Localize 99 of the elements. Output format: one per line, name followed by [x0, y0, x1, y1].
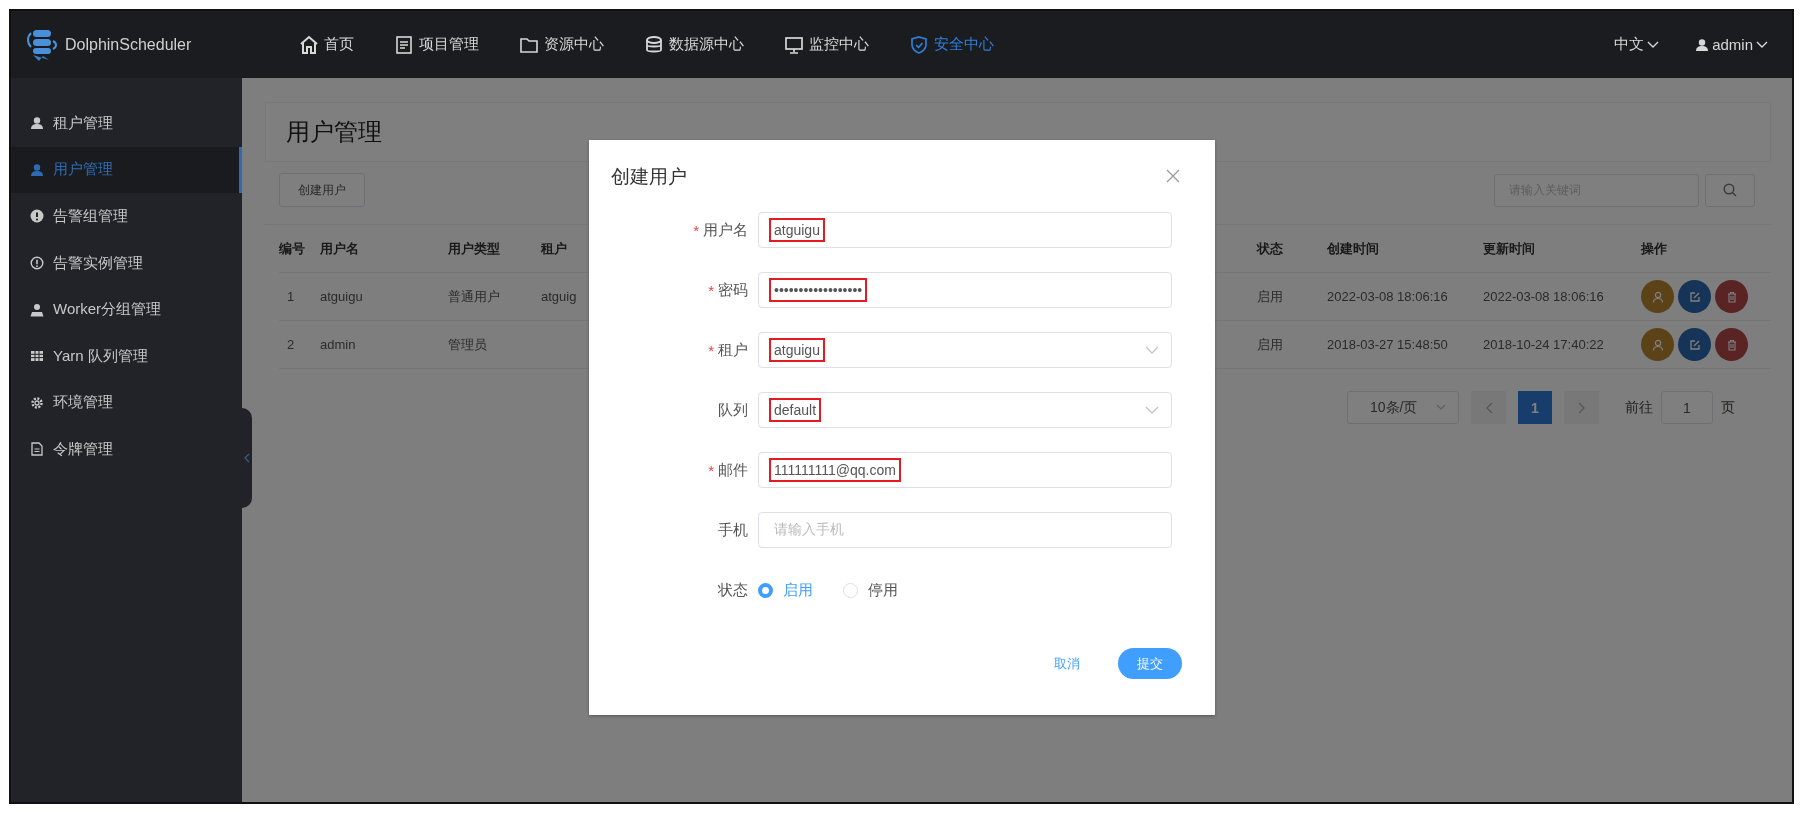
edit-button[interactable] [1678, 280, 1711, 313]
table-cell: 2022-03-08 18:06:16 [1483, 289, 1604, 304]
select-field[interactable]: default [758, 392, 1172, 428]
field-label: 租户 [718, 340, 748, 360]
alert-icon [30, 209, 44, 224]
nav-item[interactable]: 首页 [297, 30, 356, 59]
field-label: 手机 [718, 520, 748, 540]
nav-item[interactable]: 监控中心 [782, 30, 871, 59]
monitor-icon [784, 34, 804, 55]
page-jump-field[interactable]: 1 [1661, 391, 1713, 424]
chevron-down-icon [1647, 40, 1660, 49]
goto-suffix: 页 [1721, 398, 1735, 417]
edit-icon [1688, 290, 1701, 303]
table-cell: 1 [287, 289, 295, 304]
column-header: 创建时间 [1327, 239, 1379, 258]
edit-icon [1688, 338, 1701, 351]
page-size-select[interactable]: 10条/页 [1347, 391, 1459, 424]
search-button[interactable] [1705, 173, 1755, 207]
sidebar-item[interactable]: Yarn 队列管理 [11, 332, 242, 380]
home-icon [299, 34, 319, 55]
app-logo-text: DolphinScheduler [65, 35, 192, 54]
delete-icon [1725, 290, 1738, 303]
delete-icon [1725, 338, 1738, 351]
column-header: 状态 [1257, 239, 1283, 258]
dialog-title: 创建用户 [611, 165, 687, 189]
search-icon [1723, 183, 1737, 197]
input-field[interactable]: atguigu [758, 212, 1172, 248]
user-dropdown[interactable]: admin [1695, 36, 1768, 53]
gear-icon [30, 395, 44, 410]
table-cell: admin [320, 337, 356, 352]
column-header: 编号 [279, 239, 305, 258]
chevron-down-icon [1756, 40, 1768, 49]
table-cell: atguigu [320, 289, 363, 304]
user-icon [30, 116, 44, 131]
table-cell: 启用 [1257, 335, 1283, 354]
user-icon [1651, 290, 1664, 303]
column-header: 更新时间 [1483, 239, 1535, 258]
nav-item[interactable]: 安全中心 [907, 30, 996, 59]
required-mark: * [708, 281, 714, 299]
chevron-left-icon [1484, 401, 1493, 414]
sidebar-item[interactable]: 租户管理 [11, 100, 242, 147]
chevron-down-icon [1145, 406, 1159, 414]
goto-label: 前往 [1625, 398, 1653, 417]
table-cell: atguig [541, 289, 577, 304]
nav-item[interactable]: 项目管理 [392, 30, 481, 59]
table-cell: 2022-03-08 18:06:16 [1327, 289, 1448, 304]
sidebar-item[interactable]: 环境管理 [11, 379, 242, 427]
collapse-handle[interactable] [242, 408, 252, 508]
close-icon [1166, 168, 1180, 183]
chevron-down-icon [1145, 346, 1159, 354]
user-icon [1695, 37, 1710, 52]
sidebar-item[interactable]: Worker分组管理 [11, 286, 242, 333]
create-user-button[interactable]: 创建用户 [279, 173, 365, 207]
language-dropdown[interactable]: 中文 [1614, 35, 1660, 54]
nav-item[interactable]: 数据源中心 [642, 30, 746, 59]
table-cell: 2018-10-24 17:40:22 [1483, 337, 1604, 352]
table-cell: 普通用户 [448, 287, 500, 306]
column-header: 操作 [1641, 239, 1667, 258]
chevron-right-icon [1577, 401, 1586, 414]
grid-icon [30, 349, 44, 364]
file-icon [30, 442, 44, 457]
page-title: 用户管理 [286, 117, 382, 147]
sidebar-item[interactable]: 告警组管理 [11, 193, 242, 240]
table-cell: 启用 [1257, 287, 1283, 306]
info-icon [30, 256, 44, 271]
delete-button[interactable] [1715, 328, 1748, 361]
delete-button[interactable] [1715, 280, 1748, 313]
select-field[interactable]: atguigu [758, 332, 1172, 368]
edit-button[interactable] [1678, 328, 1711, 361]
required-mark: * [708, 341, 714, 359]
column-header: 租户 [541, 239, 567, 258]
input-field[interactable]: 111111111@qq.com [758, 452, 1172, 488]
field-label: 队列 [718, 400, 748, 420]
column-header: 用户类型 [448, 239, 500, 258]
field-label: 用户名 [703, 220, 748, 240]
sidebar-item[interactable]: 告警实例管理 [11, 239, 242, 287]
field-label: 邮件 [718, 460, 748, 480]
table-cell: 2018-03-27 15:48:50 [1327, 337, 1448, 352]
shield-icon [909, 34, 929, 55]
column-header: 用户名 [320, 239, 359, 258]
database-icon [644, 34, 664, 55]
required-mark: * [693, 221, 699, 239]
user-icon [30, 302, 44, 317]
user-icon [30, 162, 44, 177]
nav-item[interactable]: 资源中心 [517, 30, 606, 59]
field-label: 状态 [718, 580, 748, 600]
input-field[interactable]: •••••••••••••••••• [758, 272, 1172, 308]
status-radio[interactable]: 停用 [843, 580, 898, 600]
table-cell: 2 [287, 337, 295, 352]
chevron-left-icon [244, 453, 250, 463]
required-mark: * [708, 461, 714, 479]
assign-button[interactable] [1641, 328, 1674, 361]
field-label: 密码 [718, 280, 748, 300]
chevron-down-icon [1436, 404, 1446, 411]
document-icon [394, 34, 414, 55]
sidebar-item[interactable]: 令牌管理 [11, 426, 242, 473]
assign-button[interactable] [1641, 280, 1674, 313]
table-cell: 管理员 [448, 335, 487, 354]
user-icon [1651, 338, 1664, 351]
